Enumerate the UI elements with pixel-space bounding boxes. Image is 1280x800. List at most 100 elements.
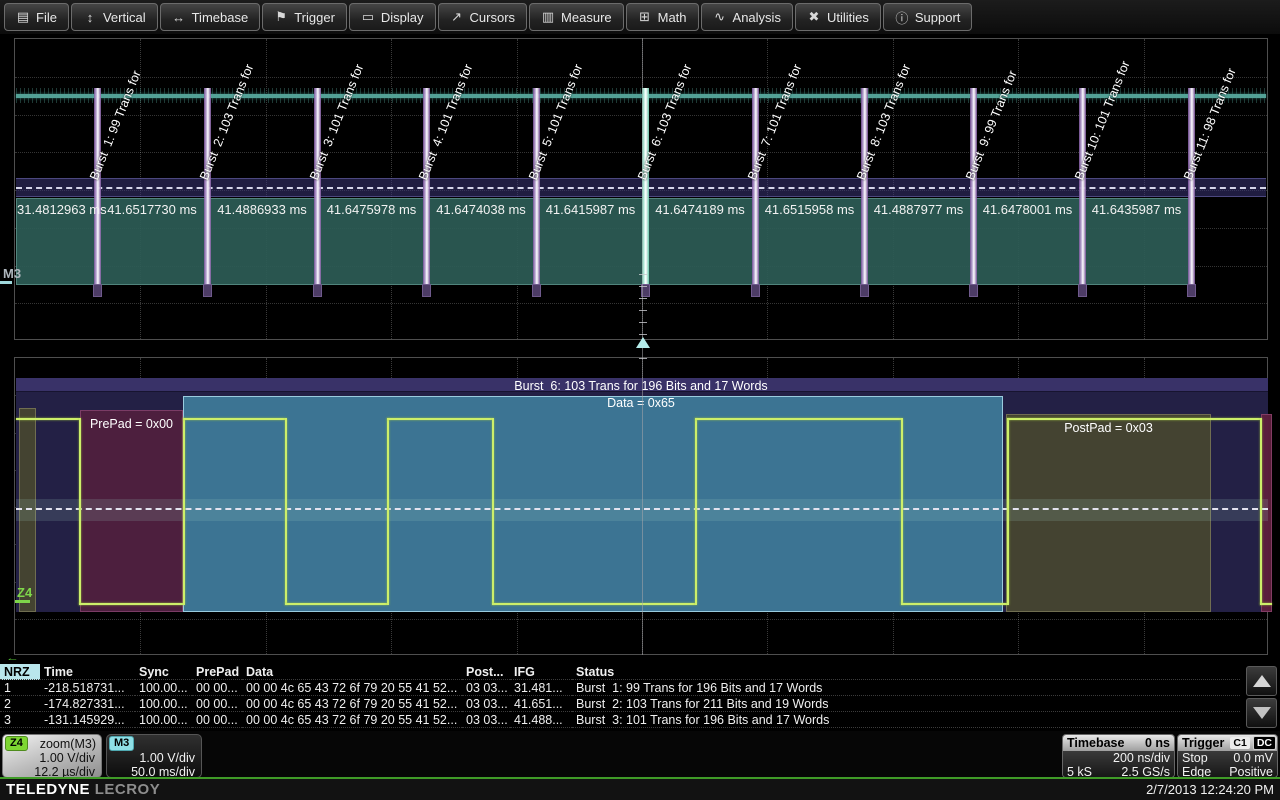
- zoom-position-marker[interactable]: [636, 337, 650, 348]
- interval-label-10: 41.6478001 ms: [974, 202, 1081, 216]
- brand-teledyne: TELEDYNE: [6, 781, 90, 798]
- interval-label-8: 41.6515958 ms: [756, 202, 863, 216]
- table-cell-r3-c2[interactable]: -131.145929...: [40, 712, 135, 728]
- interval-label-1: 31.4812963 ms: [17, 202, 96, 216]
- m3-ground-marker: [0, 281, 12, 284]
- zoom-wave-edge: [387, 418, 389, 605]
- table-cell-r3-c5[interactable]: 00 00 4c 65 43 72 6f 79 20 55 41 52...: [242, 712, 462, 728]
- table-cell-r3-c6[interactable]: 03 03...: [462, 712, 510, 728]
- scroll-down-button[interactable]: [1246, 698, 1277, 728]
- burst-marker-4[interactable]: [423, 88, 430, 296]
- menu-label: Display: [381, 10, 424, 25]
- utilities-tools-icon: ✖: [807, 9, 821, 25]
- z4-trace-tag[interactable]: Z4: [17, 585, 32, 600]
- z4-descriptor-box[interactable]: Z4 zoom(M3) 1.00 V/div 12.2 µs/div: [2, 734, 102, 778]
- timebase-box[interactable]: Timebase 0 ns 200 ns/div 5 kS 2.5 GS/s: [1062, 734, 1175, 778]
- table-header-time: Time: [40, 664, 135, 680]
- menu-trigger-button[interactable]: ⚑Trigger: [262, 3, 347, 31]
- burst-marker-11[interactable]: [1188, 88, 1195, 296]
- burst-marker-5[interactable]: [533, 88, 540, 296]
- zoom-wave-segment: [387, 418, 492, 420]
- menu-cursors-button[interactable]: ↗Cursors: [438, 3, 528, 31]
- table-cell-r1-c5[interactable]: 00 00 4c 65 43 72 6f 79 20 55 41 52...: [242, 680, 462, 696]
- table-cell-r2-c1[interactable]: 2: [0, 696, 40, 712]
- table-cell-r3-c3[interactable]: 100.00...: [135, 712, 192, 728]
- horizontal-arrows-icon: ↔: [172, 10, 186, 25]
- zoom-wave-segment: [1007, 418, 1260, 420]
- trigger-mode: Stop: [1182, 751, 1208, 765]
- up-arrow-icon: [1253, 675, 1271, 687]
- menu-math-button[interactable]: ⊞Math: [626, 3, 699, 31]
- menu-measure-button[interactable]: ▥ Measure: [529, 3, 624, 31]
- center-line-ticks: [639, 274, 647, 366]
- trigger-coupling-badge: DC: [1253, 736, 1276, 750]
- file-icon: ▤: [16, 9, 30, 25]
- burst-marker-8[interactable]: [861, 88, 868, 296]
- menu-timebase-button[interactable]: ↔Timebase: [160, 3, 261, 31]
- m3-descriptor-box[interactable]: M3 1.00 V/div 50.0 ms/div: [106, 734, 202, 778]
- burst-marker-2[interactable]: [204, 88, 211, 296]
- table-cell-r2-c7[interactable]: 41.651...: [510, 696, 572, 712]
- interval-label-3: 41.4886933 ms: [208, 202, 316, 216]
- burst-marker-6[interactable]: [642, 88, 649, 296]
- datetime-display: 2/7/2013 12:24:20 PM: [1146, 782, 1274, 797]
- burst-marker-1[interactable]: [94, 88, 101, 296]
- zoom-wave-edge: [79, 418, 81, 605]
- table-header-sync: Sync: [135, 664, 192, 680]
- scroll-up-button[interactable]: [1246, 666, 1277, 696]
- menu-label: Analysis: [733, 10, 781, 25]
- table-cell-r1-c4[interactable]: 00 00...: [192, 680, 242, 696]
- table-cell-r1-c8[interactable]: Burst 1: 99 Trans for 196 Bits and 17 Wo…: [572, 680, 1240, 696]
- table-cell-r2-c6[interactable]: 03 03...: [462, 696, 510, 712]
- table-cell-r3-c8[interactable]: Burst 3: 101 Trans for 196 Bits and 17 W…: [572, 712, 1240, 728]
- table-cell-r2-c2[interactable]: -174.827331...: [40, 696, 135, 712]
- trigger-box[interactable]: Trigger C1 DC Stop 0.0 mV Edge Positive: [1177, 734, 1278, 778]
- burst-marker-3[interactable]: [314, 88, 321, 296]
- table-cell-r1-c2[interactable]: -218.518731...: [40, 680, 135, 696]
- table-cell-r1-c1[interactable]: 1: [0, 680, 40, 696]
- vertical-arrows-icon: ↕: [83, 10, 97, 25]
- table-cell-r3-c7[interactable]: 41.488...: [510, 712, 572, 728]
- burst-marker-7[interactable]: [752, 88, 759, 296]
- table-cell-r2-c3[interactable]: 100.00...: [135, 696, 192, 712]
- burst-marker-cap: [532, 284, 541, 297]
- math-calculator-icon: ⊞: [638, 9, 652, 25]
- table-cell-r1-c7[interactable]: 31.481...: [510, 680, 572, 696]
- table-cell-r2-c8[interactable]: Burst 2: 103 Trans for 211 Bits and 19 W…: [572, 696, 1240, 712]
- menu-analysis-button[interactable]: ∿ Analysis: [701, 3, 793, 31]
- m3-trace-tag[interactable]: M3: [3, 266, 21, 281]
- descriptor-bar: Z4 zoom(M3) 1.00 V/div 12.2 µs/div M3 1.…: [0, 731, 1280, 777]
- trigger-source-badge: C1: [1230, 737, 1249, 749]
- footer-bar: TELEDYNE LECROY 2/7/2013 12:24:20 PM: [0, 779, 1280, 800]
- burst-marker-cap: [93, 284, 102, 297]
- burst-marker-10[interactable]: [1079, 88, 1086, 296]
- measure-ruler-icon: ▥: [541, 9, 555, 25]
- table-cell-r3-c1[interactable]: 3: [0, 712, 40, 728]
- menu-utilities-button[interactable]: ✖Utilities: [795, 3, 881, 31]
- m3-badge: M3: [109, 736, 134, 751]
- table-cell-r2-c4[interactable]: 00 00...: [192, 696, 242, 712]
- menu-file-button[interactable]: ▤File: [4, 3, 69, 31]
- table-cell-r1-c6[interactable]: 03 03...: [462, 680, 510, 696]
- interval-label-11: 41.6435987 ms: [1083, 202, 1190, 216]
- interval-label-5: 41.6474038 ms: [427, 202, 535, 216]
- analysis-chart-icon: ∿: [713, 9, 727, 25]
- burst-marker-9[interactable]: [970, 88, 977, 296]
- menu-vertical-button[interactable]: ↕Vertical: [71, 3, 158, 31]
- zoom-burst-title: Burst 6: 103 Trans for 196 Bits and 17 W…: [14, 379, 1268, 393]
- table-cell-r2-c5[interactable]: 00 00 4c 65 43 72 6f 79 20 55 41 52...: [242, 696, 462, 712]
- menu-display-button[interactable]: ▭ Display: [349, 3, 436, 31]
- support-info-icon: ⓘ: [895, 8, 909, 27]
- zoom-data-label: Data = 0x65: [14, 396, 1268, 410]
- down-arrow-icon: [1253, 707, 1271, 719]
- table-cell-r1-c3[interactable]: 100.00...: [135, 680, 192, 696]
- zoom-wave-edge: [901, 418, 903, 605]
- trigger-level: 0.0 mV: [1233, 751, 1273, 765]
- table-header-prepad: PrePad: [192, 664, 242, 680]
- table-cell-r3-c4[interactable]: 00 00...: [192, 712, 242, 728]
- display-icon: ▭: [361, 9, 375, 25]
- z4-ground-marker: [15, 600, 30, 603]
- menu-support-button[interactable]: ⓘSupport: [883, 3, 973, 31]
- menu-label: Measure: [561, 10, 612, 25]
- m3-vdiv: 1.00 V/div: [107, 751, 201, 765]
